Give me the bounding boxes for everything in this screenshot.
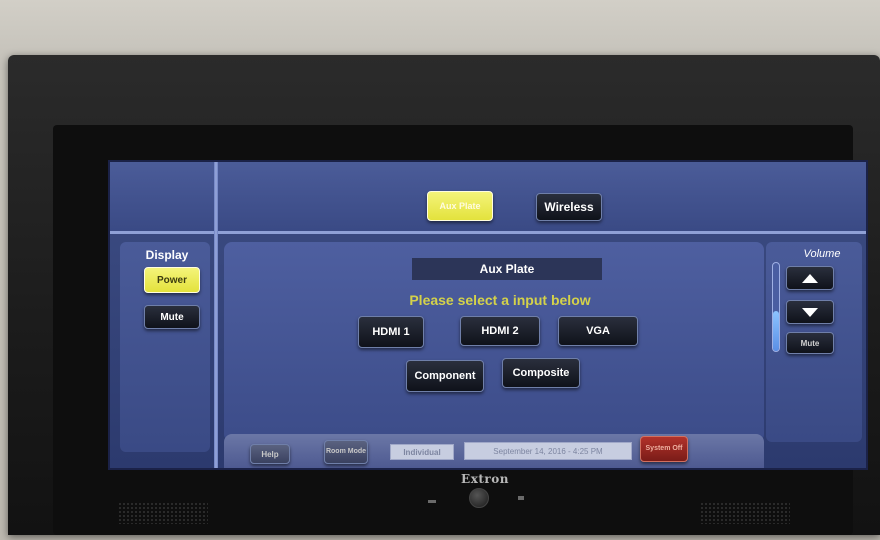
speaker-grille-right: [700, 502, 790, 524]
touch-screen: Aux Plate Wireless Display Power Mute Au…: [108, 160, 868, 470]
volume-mute-button[interactable]: Mute: [786, 332, 834, 354]
volume-up-button[interactable]: [786, 266, 834, 290]
power-button[interactable]: Power: [144, 267, 200, 293]
display-label: Display: [145, 248, 189, 262]
hdmi-1-button[interactable]: HDMI 1: [358, 316, 424, 348]
speaker-grille-left: [118, 502, 208, 524]
vga-button[interactable]: VGA: [558, 316, 638, 346]
volume-down-button[interactable]: [786, 300, 834, 324]
volume-level-fill: [773, 311, 779, 351]
aux-plate-button[interactable]: Aux Plate: [427, 191, 493, 221]
volume-slider[interactable]: [772, 262, 780, 352]
triangle-up-icon: [802, 273, 818, 283]
home-button[interactable]: [469, 488, 489, 508]
display-mute-button[interactable]: Mute: [144, 305, 200, 329]
triangle-down-icon: [802, 307, 818, 317]
component-button[interactable]: Component: [406, 360, 484, 392]
brand-logo: Extron: [461, 472, 509, 486]
system-off-button[interactable]: System Off: [640, 436, 688, 462]
wireless-button[interactable]: Wireless: [536, 193, 602, 221]
vertical-divider: [214, 162, 218, 468]
indicator-light-right: [518, 496, 524, 500]
help-button[interactable]: Help: [250, 444, 290, 464]
room-mode-button[interactable]: Room Mode: [324, 440, 368, 464]
composite-button[interactable]: Composite: [502, 358, 580, 388]
panel-title: Aux Plate: [412, 258, 602, 280]
volume-label: Volume: [803, 248, 841, 260]
hdmi-2-button[interactable]: HDMI 2: [460, 316, 540, 346]
date-time-display: September 14, 2016 - 4:25 PM: [464, 442, 632, 460]
select-prompt: Please select a input below: [409, 292, 591, 308]
mode-indicator: Individual: [390, 444, 454, 460]
indicator-light-left: [428, 500, 436, 503]
